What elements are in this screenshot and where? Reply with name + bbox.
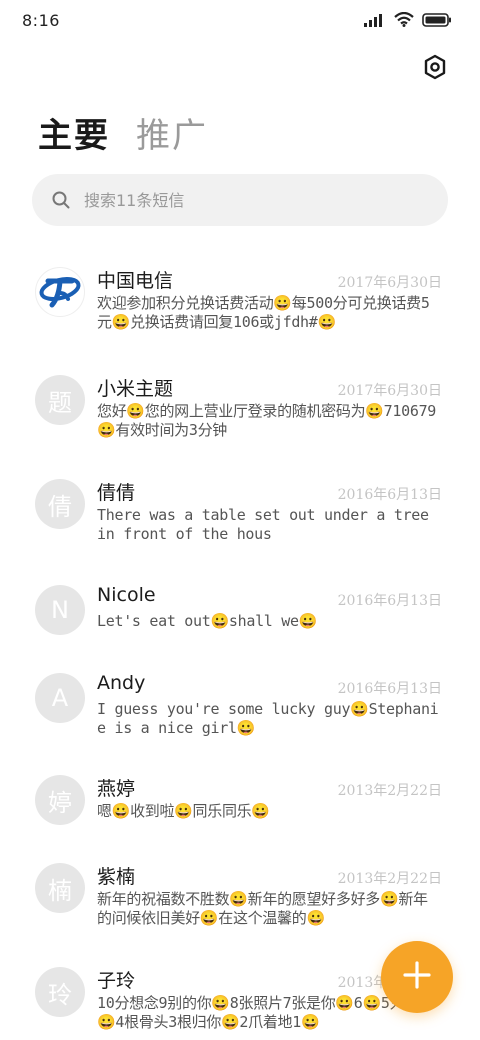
gear-icon [423, 54, 447, 84]
search-icon [52, 191, 70, 209]
message-item-yanting[interactable]: 婷 燕婷 2013年2月22日 嗯😀收到啦😀同乐同乐😀 [0, 760, 480, 856]
avatar: N [35, 585, 85, 635]
message-item-china-telecom[interactable]: 中国电信 2017年6月30日 欢迎参加积分兑换话费活动😀每500分可兑换话费5… [0, 252, 480, 348]
avatar: 倩 [35, 479, 85, 529]
message-date: 2013年2月22日 [337, 783, 442, 799]
message-item-andy[interactable]: A Andy 2016年6月13日 I guess you're some lu… [0, 658, 480, 754]
message-date: 2016年6月13日 [337, 681, 442, 697]
message-sender: 子玲 [97, 970, 136, 992]
message-date: 2017年6月30日 [337, 275, 442, 291]
message-date: 2016年6月13日 [337, 487, 442, 503]
message-preview: 欢迎参加积分兑换话费活动😀每500分可兑换话费5元😀兑换话费请回复106或jfd… [97, 294, 430, 331]
search-input[interactable] [84, 190, 404, 210]
message-sender: 小米主题 [97, 378, 174, 400]
message-sender: 倩倩 [97, 482, 136, 504]
tab-bar: 主要 推广 [38, 108, 208, 157]
message-preview: There was a table set out under a tree i… [97, 506, 429, 543]
avatar: 玲 [35, 967, 85, 1017]
message-sender: 紫楠 [97, 866, 136, 888]
message-item-xiaomi-theme[interactable]: 题 小米主题 2017年6月30日 您好😀您的网上营业厅登录的随机密码为😀710… [0, 360, 480, 456]
wifi-icon [394, 12, 414, 27]
tab-main[interactable]: 主要 [38, 108, 110, 157]
avatar: 婷 [35, 775, 85, 825]
message-item-qianqian[interactable]: 倩 倩倩 2016年6月13日 There was a table set ou… [0, 464, 480, 560]
message-sender: 燕婷 [97, 778, 136, 800]
message-sender: Nicole [97, 584, 156, 606]
status-bar: 8:16 [0, 0, 480, 42]
message-preview: 新年的祝福数不胜数😀新年的愿望好多好多😀新年的问候依旧美好😀在这个温馨的😀 [97, 890, 428, 927]
message-preview: 您好😀您的网上营业厅登录的随机密码为😀710679😀有效时间为3分钟 [97, 402, 437, 439]
avatar: 题 [35, 375, 85, 425]
avatar: 楠 [35, 863, 85, 913]
signal-icon [364, 13, 386, 27]
plus-icon [402, 960, 432, 994]
message-item-zinan[interactable]: 楠 紫楠 2013年2月22日 新年的祝福数不胜数😀新年的愿望好多好多😀新年的问… [0, 848, 480, 944]
status-time: 8:16 [22, 11, 60, 30]
new-message-button[interactable] [381, 941, 453, 1013]
settings-button[interactable] [422, 54, 448, 84]
message-sender: Andy [97, 672, 146, 694]
tab-promotion[interactable]: 推广 [136, 108, 208, 157]
avatar [35, 267, 85, 317]
battery-icon [422, 12, 452, 27]
message-preview: I guess you're some lucky guy😀Stephanie … [97, 700, 439, 737]
status-icons [364, 12, 452, 27]
message-preview: 嗯😀收到啦😀同乐同乐😀 [97, 802, 270, 820]
message-date: 2013年2月22日 [337, 871, 442, 887]
message-sender: 中国电信 [97, 270, 174, 292]
message-date: 2017年6月30日 [337, 383, 442, 399]
avatar: A [35, 673, 85, 723]
search-bar[interactable] [32, 174, 448, 226]
china-telecom-logo-icon [38, 268, 82, 316]
message-preview: Let's eat out😀shall we😀 [97, 612, 318, 630]
message-item-nicole[interactable]: N Nicole 2016年6月13日 Let's eat out😀shall … [0, 570, 480, 666]
message-date: 2016年6月13日 [337, 593, 442, 609]
